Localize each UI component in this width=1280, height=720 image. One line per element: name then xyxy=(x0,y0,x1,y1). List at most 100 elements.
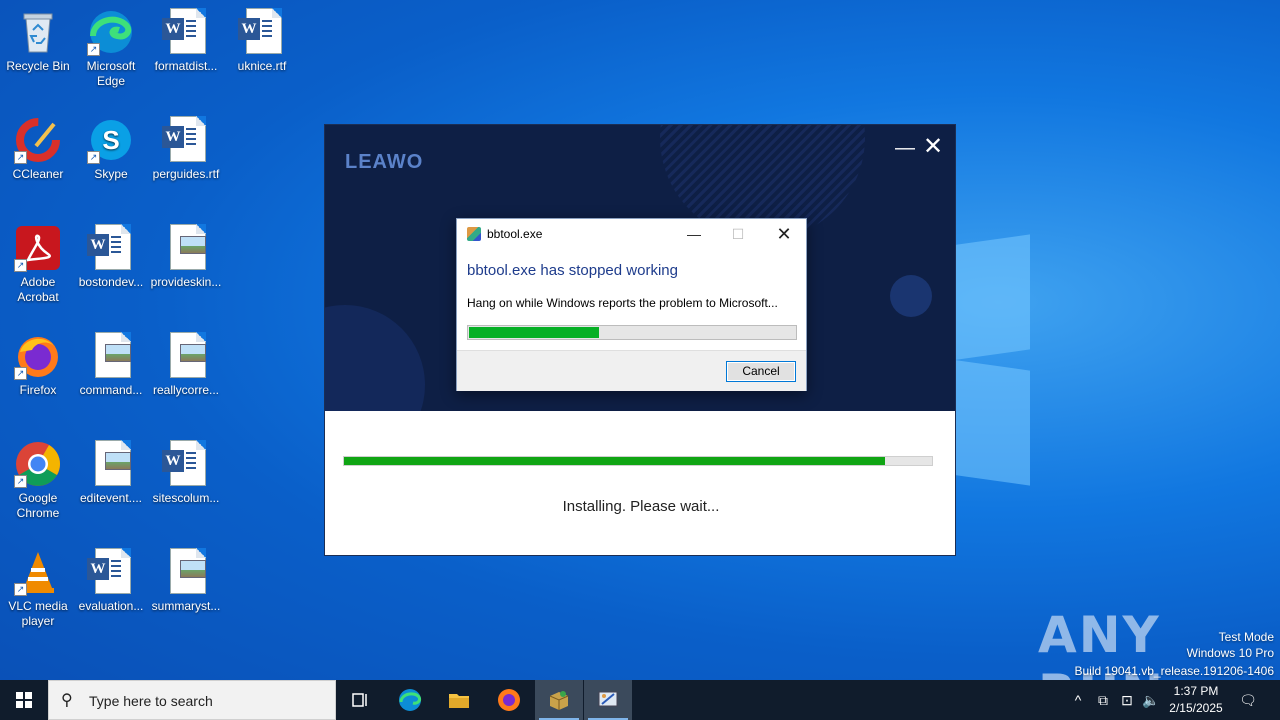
taskbar-firefox[interactable] xyxy=(485,680,533,720)
dialog-title: bbtool.exe xyxy=(487,227,543,241)
firefox-icon: ↗ xyxy=(14,332,62,380)
taskbar-installer[interactable] xyxy=(535,680,583,720)
clock-date: 2/15/2025 xyxy=(1169,701,1223,715)
network-button[interactable]: ⊡ xyxy=(1116,680,1138,720)
edge-icon: ↗ xyxy=(87,8,135,56)
desktop-icon-formatdist[interactable]: W formatdist... xyxy=(148,8,224,74)
desktop-icon-label: VLC media player xyxy=(8,599,68,628)
desktop-icon-label: Recycle Bin xyxy=(6,59,70,73)
desktop-icon-label: Google Chrome xyxy=(16,491,60,520)
task-view-button[interactable] xyxy=(336,680,384,720)
desktop-icon-summaryst[interactable]: summaryst... xyxy=(148,548,224,614)
desktop-icon-label: evaluation... xyxy=(78,599,144,613)
desktop-icon-recycle-bin[interactable]: Recycle Bin xyxy=(0,8,76,74)
desktop-icon-label: Microsoft Edge xyxy=(86,59,136,88)
taskbar-error-reporting[interactable] xyxy=(584,680,632,720)
word-doc-icon: W xyxy=(162,116,210,164)
chevron-up-icon: ^ xyxy=(1074,692,1082,708)
action-center-button[interactable]: 🗨 xyxy=(1234,680,1262,720)
desktop-icon-label: reallycorre... xyxy=(152,383,220,397)
word-doc-icon: W xyxy=(162,8,210,56)
desktop-icon-label: Skype xyxy=(94,167,128,181)
image-file-icon xyxy=(162,332,210,380)
search-icon: ⚲ xyxy=(61,692,73,709)
dialog-footer: Cancel xyxy=(457,350,806,391)
desktop-icon-bostondev[interactable]: W bostondev... xyxy=(73,224,149,290)
windows-build-text: Build 19041.vb_release.191206-1406 xyxy=(1074,664,1275,678)
desktop-icon-editevent[interactable]: editevent.... xyxy=(73,440,149,506)
desktop-icon-google-chrome[interactable]: ↗ Google Chrome xyxy=(0,440,76,521)
image-file-icon xyxy=(87,332,135,380)
tray-app-icon: ⧉ xyxy=(1098,692,1108,708)
desktop-icon-label: perguides.rtf xyxy=(152,167,220,181)
test-mode-text: Test Mode xyxy=(1218,630,1274,644)
app-icon xyxy=(467,227,481,241)
error-report-dialog: bbtool.exe — ☐ ✕ bbtool.exe has stopped … xyxy=(456,218,807,391)
desktop-icon-adobe-acrobat[interactable]: ↗ Adobe Acrobat xyxy=(0,224,76,305)
taskbar-clock[interactable]: 1:37 PM 2/15/2025 xyxy=(1160,683,1232,717)
skype-icon: S ↗ xyxy=(87,116,135,164)
desktop-icon-label: Adobe Acrobat xyxy=(17,275,59,304)
tray-app-button[interactable]: ⧉ xyxy=(1092,680,1114,720)
desktop-icon-label: provideskin... xyxy=(150,275,222,289)
notification-icon: 🗨 xyxy=(1239,692,1257,708)
word-doc-icon: W xyxy=(87,224,135,272)
desktop-icon-command[interactable]: command... xyxy=(73,332,149,398)
desktop-icon-reallycorre[interactable]: reallycorre... xyxy=(148,332,224,398)
desktop-icon-provideskin[interactable]: provideskin... xyxy=(148,224,224,290)
firefox-icon xyxy=(498,689,520,711)
leawo-logo: LEAWO xyxy=(345,151,424,173)
image-file-icon xyxy=(87,440,135,488)
desktop-icon-label: uknice.rtf xyxy=(237,59,287,73)
start-button[interactable] xyxy=(0,680,48,720)
search-placeholder: Type here to search xyxy=(89,693,213,709)
desktop-icon-label: editevent.... xyxy=(79,491,143,505)
image-file-icon xyxy=(162,224,210,272)
desktop-icon-label: CCleaner xyxy=(12,167,64,181)
werfault-icon xyxy=(598,691,618,707)
installer-progress-bar xyxy=(343,456,933,466)
image-file-icon xyxy=(162,548,210,596)
decorative-circle xyxy=(890,275,932,317)
network-icon: ⊡ xyxy=(1121,692,1133,708)
desktop-icon-label: formatdist... xyxy=(154,59,218,73)
recycle-bin-icon xyxy=(14,8,62,56)
desktop-icon-sitescolum[interactable]: W sitescolum... xyxy=(148,440,224,506)
dialog-titlebar[interactable]: bbtool.exe — ☐ ✕ xyxy=(457,219,806,249)
installer-status-text: Installing. Please wait... xyxy=(562,498,720,515)
desktop-icon-perguides[interactable]: W perguides.rtf xyxy=(148,116,224,182)
cancel-button[interactable]: Cancel xyxy=(726,361,796,382)
taskbar-search-box[interactable]: ⚲ Type here to search xyxy=(48,680,336,720)
desktop-icon-label: sitescolum... xyxy=(152,491,220,505)
desktop-icon-evaluation[interactable]: W evaluation... xyxy=(73,548,149,614)
vlc-icon: ↗ xyxy=(14,548,62,596)
desktop-icon-microsoft-edge[interactable]: ↗ Microsoft Edge xyxy=(73,8,149,89)
acrobat-icon: ↗ xyxy=(14,224,62,272)
taskbar-file-explorer[interactable] xyxy=(435,680,483,720)
desktop-icon-ccleaner[interactable]: ↗ CCleaner xyxy=(0,116,76,182)
installer-close-button[interactable]: ✕ xyxy=(921,135,945,159)
word-doc-icon: W xyxy=(162,440,210,488)
desktop-icon-skype[interactable]: S ↗ Skype xyxy=(73,116,149,182)
installer-minimize-button[interactable]: — xyxy=(893,137,917,161)
folder-icon xyxy=(449,694,469,708)
show-hidden-icons-button[interactable]: ^ xyxy=(1068,680,1088,720)
installer-package-icon xyxy=(549,691,569,710)
desktop-icon-firefox[interactable]: ↗ Firefox xyxy=(0,332,76,398)
dialog-close-button[interactable]: ✕ xyxy=(769,223,799,245)
taskbar-edge[interactable] xyxy=(386,680,434,720)
windows-edition-text: Windows 10 Pro xyxy=(1186,646,1274,660)
dialog-minimize-button[interactable]: — xyxy=(679,223,709,245)
clock-time: 1:37 PM xyxy=(1173,684,1219,698)
word-doc-icon: W xyxy=(87,548,135,596)
desktop-icon-uknice[interactable]: W uknice.rtf xyxy=(224,8,300,74)
speaker-icon: 🔈 xyxy=(1142,692,1160,708)
desktop-icon-label: bostondev... xyxy=(78,275,144,289)
task-view-icon xyxy=(352,693,367,707)
volume-button[interactable]: 🔈 xyxy=(1140,680,1162,720)
dialog-maximize-button: ☐ xyxy=(731,226,745,242)
dialog-progress-fill xyxy=(469,327,600,338)
desktop-icon-vlc[interactable]: ↗ VLC media player xyxy=(0,548,76,629)
word-doc-icon: W xyxy=(238,8,286,56)
ccleaner-icon: ↗ xyxy=(14,116,62,164)
